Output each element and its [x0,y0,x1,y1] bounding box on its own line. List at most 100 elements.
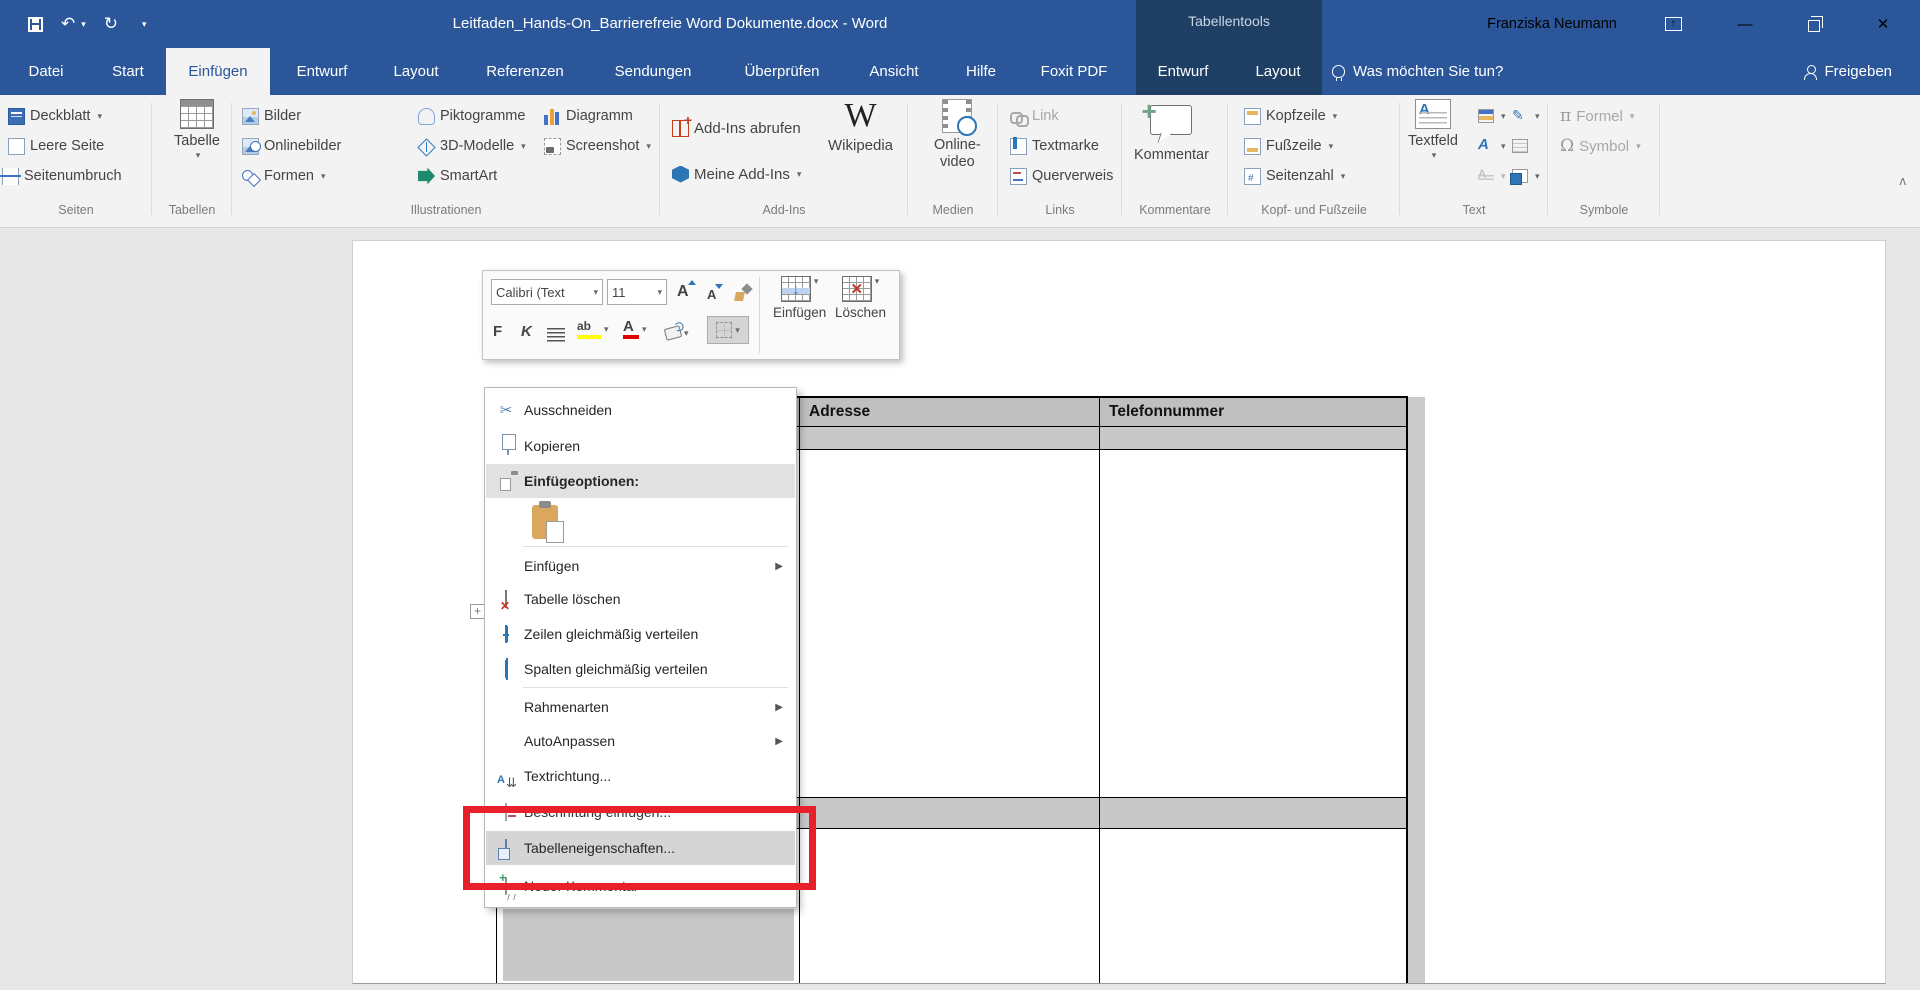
tab-ueberpruefen[interactable]: Überprüfen [732,48,832,95]
formen-button[interactable]: Formen▾ [242,163,326,189]
datum-uhrzeit-button[interactable] [1512,133,1528,159]
tab-entwurf[interactable]: Entwurf [284,48,360,95]
shading-button[interactable]: ▾ [665,319,689,347]
font-color-button[interactable]: A ▾ [623,315,647,343]
textfeld-button[interactable]: Textfeld ▾ [1408,99,1458,161]
menu-item-spalten-verteilen[interactable]: Spalten gleichmäßig verteilen [486,652,795,685]
group-tabellen: Tabelle ▾ Tabellen [152,95,232,228]
restore-button[interactable] [1792,0,1838,48]
querverweis-button[interactable]: Querverweis [1010,163,1113,189]
customize-qat-icon[interactable]: ▾ [142,19,147,30]
menu-item-textrichtung[interactable]: Textrichtung... [486,759,795,793]
minimize-button[interactable]: — [1722,0,1768,48]
grow-font-button[interactable]: A [677,278,689,306]
format-painter-button[interactable] [735,279,751,307]
menu-item-zeilen-verteilen[interactable]: Zeilen gleichmäßig verteilen [486,616,795,652]
meine-addins-button[interactable]: Meine Add-Ins▾ [672,161,801,187]
menu-item-autoanpassen[interactable]: AutoAnpassen ▶ [486,725,795,757]
mini-toolbar: Calibri (Text ▾ 11 ▾ A A F K ab ▾ A ▾ ▾ … [482,270,900,360]
copy-icon [495,438,517,454]
tab-foxit-pdf[interactable]: Foxit PDF [1030,48,1118,95]
formel-button: π Formel▾ [1560,103,1634,129]
alignment-button[interactable] [547,321,565,349]
font-size-select[interactable]: 11 ▾ [607,279,667,305]
tab-layout[interactable]: Layout [382,48,450,95]
tab-tabletools-entwurf[interactable]: Entwurf [1146,48,1220,95]
deckblatt-button[interactable]: Deckblatt▾ [8,103,102,129]
diagramm-button[interactable]: Diagramm [544,103,633,129]
insert-table-button[interactable]: ↓▾ Einfügen [773,276,826,320]
tab-sendungen[interactable]: Sendungen [602,48,704,95]
tab-datei[interactable]: Datei [14,48,78,95]
piktogramme-button[interactable]: Piktogramme [418,103,525,129]
delete-table-button[interactable]: ✕▾ Löschen [835,276,886,320]
tab-referenzen[interactable]: Referenzen [476,48,574,95]
redo-icon[interactable]: ↻ [104,14,118,34]
collapse-ribbon-icon[interactable]: ᴧ [1900,173,1907,188]
kopfzeile-button[interactable]: Kopfzeile▾ [1244,103,1337,129]
undo-icon[interactable]: ↶ [61,14,75,34]
tab-start[interactable]: Start [96,48,160,95]
seitenumbruch-button[interactable]: Seitenumbruch [2,163,122,189]
bilder-button[interactable]: Bilder [242,103,301,129]
menu-item-tabelle-loeschen[interactable]: Tabelle löschen [486,582,795,616]
quickparts-button[interactable]: ▾ [1478,103,1506,129]
tab-hilfe[interactable]: Hilfe [954,48,1008,95]
tabelle-button[interactable]: Tabelle ▾ [174,99,220,161]
chevron-down-icon: ▾ [797,169,802,180]
tell-me-box[interactable]: Was möchten Sie tun? [1332,48,1503,95]
chevron-down-icon: ▾ [1341,171,1346,182]
screenshot-label: Screenshot [566,138,639,154]
tab-ansicht[interactable]: Ansicht [858,48,930,95]
menu-item-paste-option[interactable] [486,500,795,544]
highlight-button[interactable]: ab ▾ [577,315,609,343]
menu-label: Spalten gleichmäßig verteilen [524,661,708,677]
save-icon[interactable] [28,17,43,32]
undo-dropdown-icon[interactable]: ▾ [81,19,86,30]
menu-label: Zeilen gleichmäßig verteilen [524,626,698,642]
bold-button[interactable]: F [493,317,502,345]
seitenzahl-button[interactable]: Seitenzahl▾ [1244,163,1345,189]
wikipedia-button[interactable]: W Wikipedia [828,99,893,154]
menu-item-kopieren[interactable]: Kopieren [486,428,795,464]
group-label-links: Links [998,203,1122,217]
table-selected-cell-block[interactable] [503,909,794,981]
font-name-select[interactable]: Calibri (Text ▾ [491,279,603,305]
column-header-telefonnummer[interactable]: Telefonnummer [1109,403,1224,421]
onlinebilder-button[interactable]: Onlinebilder [242,133,341,159]
close-button[interactable]: ✕ [1860,0,1906,48]
textmarke-button[interactable]: Textmarke [1010,133,1099,159]
ribbon-display-options-button[interactable] [1650,0,1696,48]
smartart-button[interactable]: SmartArt [418,163,497,189]
tab-tabletools-layout[interactable]: Layout [1244,48,1312,95]
shrink-font-button[interactable]: A [707,280,716,308]
querverweis-label: Querverweis [1032,168,1113,184]
initiale-button[interactable]: ▾ [1478,133,1506,159]
submenu-arrow-icon: ▶ [775,561,783,572]
screenshot-button[interactable]: Screenshot▾ [544,133,651,159]
share-button[interactable]: Freigeben [1804,48,1892,95]
fusszeile-button[interactable]: Fußzeile▾ [1244,133,1333,159]
wordart-button[interactable]: ▾ [1512,103,1540,129]
onlinevideo-button[interactable]: Online- video [934,99,981,171]
leere-seite-button[interactable]: Leere Seite [8,133,104,159]
group-illustrationen: Bilder Onlinebilder Formen▾ Piktogramme … [232,95,660,228]
menu-item-ausschneiden[interactable]: ✂ Ausschneiden [486,392,795,428]
borders-button[interactable]: ▾ [707,316,749,344]
tab-einfuegen[interactable]: Einfügen [166,48,270,95]
table-move-handle[interactable]: + [470,604,485,619]
lightbulb-icon [1332,65,1345,78]
addins-abrufen-button[interactable]: Add-Ins abrufen [672,115,801,141]
chevron-down-icon: ▾ [875,276,880,287]
menu-item-rahmenarten[interactable]: Rahmenarten ▶ [486,691,795,723]
italic-button[interactable]: K [521,317,532,345]
menu-item-einfuegeoptionen[interactable]: Einfügeoptionen: [486,464,795,498]
column-header-adresse[interactable]: Adresse [809,403,870,421]
modelle-button[interactable]: 3D-Modelle▾ [418,133,526,159]
kommentar-button[interactable]: Kommentar [1134,99,1209,164]
user-account[interactable]: Franziska Neumann [1452,0,1652,48]
menu-item-einfuegen[interactable]: Einfügen ▶ [486,550,795,582]
onlinevideo-label-2: video [940,154,975,170]
objekt-button[interactable]: ▾ [1512,163,1540,189]
onlinevideo-label-1: Online- [934,137,981,153]
